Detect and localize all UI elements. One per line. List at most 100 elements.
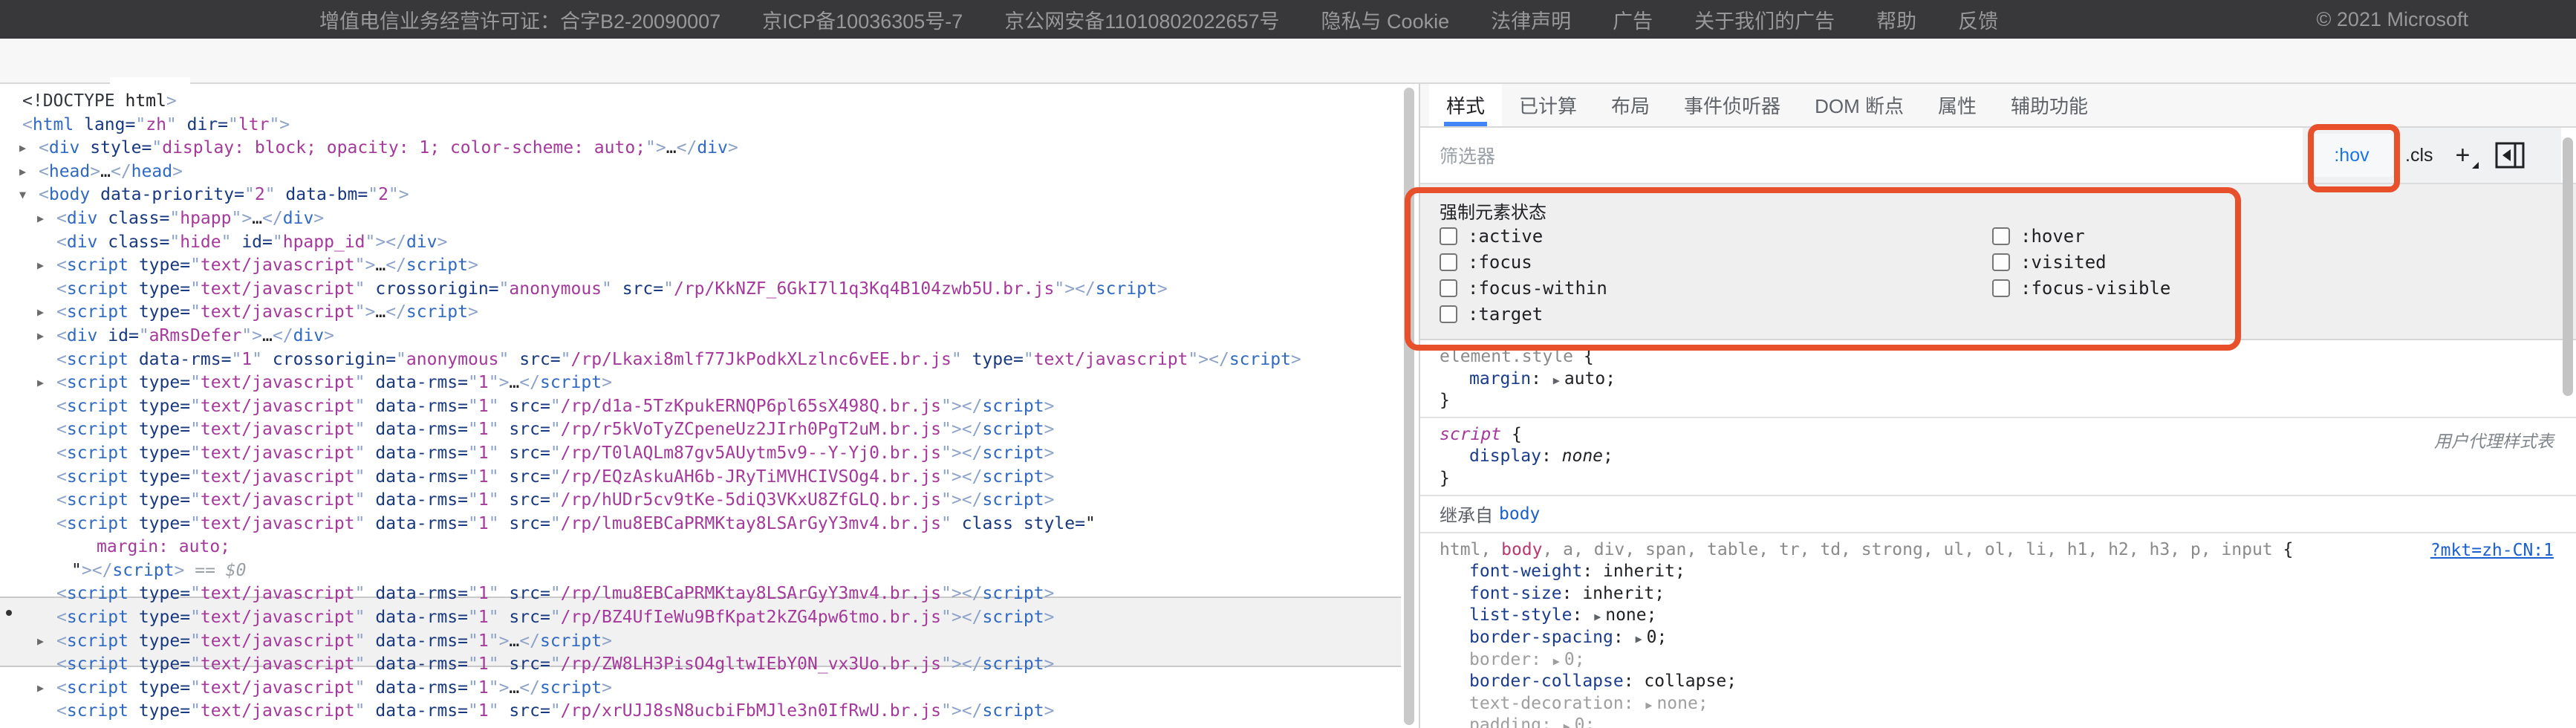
collapse-arrow-icon[interactable]: ▼ [19,183,26,207]
dom-tree-line[interactable]: <script data-rms="1" crossorigin="anonym… [0,348,1401,372]
css-property-border-spacing[interactable]: border-spacing: ▶0; [1420,627,2576,649]
expand-arrow-icon[interactable]: ▶ [37,301,44,325]
styles-tab-bar: 样式已计算布局事件侦听器DOM 断点属性辅助功能 [1420,84,2576,128]
styles-tab-样式[interactable]: 样式 [1429,84,1502,126]
styles-filter-controls: :hov .cls + [2303,128,2561,183]
dom-tree-line[interactable]: <!DOCTYPE html> [0,90,1401,114]
styles-tab-辅助功能[interactable]: 辅助功能 [1994,84,2105,126]
new-style-rule-button[interactable]: + [2456,141,2471,170]
elements-panel-scrollbar[interactable] [1404,88,1414,725]
css-property-border[interactable]: border: ▶0; [1420,649,2576,672]
dom-tree-line[interactable]: ▶<div id="aRmsDefer">…</div> [0,325,1401,348]
dom-tree-line[interactable]: <script type="text/javascript" data-rms=… [0,466,1401,490]
pseudo-state-checkbox-focus-visible[interactable] [1992,279,2010,297]
stylesheet-source-link[interactable]: ?mkt=zh-CN:1 [2430,541,2554,560]
dom-tree-line[interactable]: <script type="text/javascript" data-rms=… [0,442,1401,466]
dom-tree-line[interactable]: ▶<head>…</head> [0,160,1401,184]
dom-tree-line[interactable]: <html lang="zh" dir="ltr"> [0,114,1401,137]
pseudo-state-checkbox-active[interactable] [1440,227,1457,245]
css-property-list-style[interactable]: list-style: ▶none; [1420,605,2576,627]
pseudo-state-label: :visited [2020,252,2107,273]
computed-sidebar-toggle-icon[interactable] [2495,142,2525,169]
footer-link[interactable]: 关于我们的广告 [1694,5,1835,34]
css-property-font-size[interactable]: font-size: inherit; [1420,583,2576,605]
dom-tree-line[interactable]: "></script> == $0 [0,559,1401,583]
expand-arrow-icon[interactable]: ▶ [37,630,44,654]
css-property-display[interactable]: display: none; [1420,446,2576,468]
pseudo-state-checkbox-visited[interactable] [1992,253,2010,271]
expand-arrow-icon[interactable]: ▶ [37,254,44,278]
force-element-state-title: 强制元素状态 [1440,198,1546,224]
dom-tree-line[interactable]: <script type="text/javascript" data-rms=… [0,653,1401,677]
element-classes-button[interactable]: .cls [2405,145,2433,166]
new-style-rule-dropdown [2472,162,2479,169]
dom-tree-line[interactable]: <script type="text/javascript" data-rms=… [0,395,1401,419]
dom-tree-line[interactable]: ▶<script type="text/javascript">…</scrip… [0,301,1401,325]
styles-tab-已计算[interactable]: 已计算 [1502,84,1594,126]
pseudo-state-label: :hover [2020,226,2085,247]
expand-arrow-icon[interactable]: ▶ [37,207,44,231]
css-property-font-weight[interactable]: font-weight: inherit; [1420,561,2576,583]
expand-arrow-icon[interactable]: ▶ [37,325,44,348]
pseudo-state-row: :target [1440,303,1543,325]
footer-link[interactable]: 隐私与 Cookie [1321,5,1450,34]
expand-arrow-icon[interactable]: ▶ [19,137,26,160]
styles-panel-scrollbar[interactable] [2563,137,2573,396]
inherited-rule[interactable]: ?mkt=zh-CN:1 html, body, a, div, span, t… [1420,533,2576,728]
footer-link[interactable]: 反馈 [1958,5,1998,34]
dom-tree-line[interactable]: <script type="text/javascript" data-rms=… [0,418,1401,442]
dom-tree-line[interactable]: ▶<script type="text/javascript" data-rms… [0,677,1401,701]
toggle-element-state-button[interactable]: :hov [2310,134,2393,177]
pseudo-state-label: :focus-visible [2020,278,2170,299]
dom-tree-line[interactable]: <script type="text/javascript" data-rms=… [0,489,1401,513]
footer-link[interactable]: 广告 [1613,5,1653,34]
pseudo-state-checkbox-focus[interactable] [1440,253,1457,271]
dom-tree-line[interactable]: ▶<script type="text/javascript" data-rms… [0,630,1401,654]
pseudo-state-row: :hover [1992,225,2085,247]
devtools-toolbar: 元素控制台源网络性能内存应用程序安全性LighthouseCookie Edit… [0,39,2576,84]
dom-tree-line[interactable]: ▶<div style="display: block; opacity: 1;… [0,137,1401,160]
dom-tree-line[interactable]: ▶<div class="hpapp">…</div> [0,207,1401,231]
matched-selector: body [1501,540,1542,559]
dom-tree-line[interactable]: ▶<script type="text/javascript" data-rms… [0,371,1401,395]
footer-link[interactable]: 法律声明 [1491,5,1571,34]
dom-tree-line[interactable]: <script type="text/javascript" data-rms=… [0,513,1401,536]
styles-tab-DOM 断点[interactable]: DOM 断点 [1798,84,1921,126]
expand-arrow-icon[interactable]: ▶ [19,160,26,184]
dom-tree-line[interactable]: <div class="hide" id="hpapp_id"></div> [0,231,1401,255]
footer-link[interactable]: 帮助 [1876,5,1916,34]
rule-selector[interactable]: script [1440,425,1501,444]
footer-link[interactable]: 京公网安备11010802022657号 [1004,5,1279,34]
dom-tree-line[interactable]: margin: auto; [0,536,1401,559]
dom-tree-line[interactable]: ▶<script type="text/javascript">…</scrip… [0,254,1401,278]
dom-tree-line[interactable]: <script type="text/javascript" data-rms=… [0,606,1401,630]
dom-tree-line[interactable]: ▼<body data-priority="2" data-bm="2"> [0,183,1401,207]
css-property-padding[interactable]: padding: ▶0; [1420,715,2576,728]
css-property-border-collapse[interactable]: border-collapse: collapse; [1420,671,2576,693]
dom-tree-line[interactable]: <script type="text/javascript" crossorig… [0,278,1401,302]
styles-tab-布局[interactable]: 布局 [1594,84,1667,126]
styles-tab-事件侦听器[interactable]: 事件侦听器 [1667,84,1798,126]
dom-tree-line[interactable]: <script type="text/javascript" data-rms=… [0,582,1401,606]
styles-filter-input[interactable]: 筛选器 [1440,128,1495,183]
styles-tab-属性[interactable]: 属性 [1921,84,1994,126]
pseudo-state-checkbox-target[interactable] [1440,305,1457,323]
dom-tree-line[interactable]: <script type="text/javascript" data-rms=… [0,700,1401,724]
element-style-rule[interactable]: element.style { margin: ▶auto; } [1420,340,2576,418]
expand-arrow-icon[interactable]: ▶ [37,371,44,395]
pseudo-state-label: :target [1468,304,1543,325]
styles-sidebar: 样式已计算布局事件侦听器DOM 断点属性辅助功能 筛选器 :hov .cls +… [1419,84,2576,728]
css-property-text-decoration[interactable]: text-decoration: ▶none; [1420,693,2576,715]
css-property-margin[interactable]: margin: ▶auto; [1420,368,2576,391]
user-agent-rule[interactable]: 用户代理样式表 script { display: none; } [1420,418,2576,496]
pseudo-state-checkbox-focus-within[interactable] [1440,279,1457,297]
pseudo-state-row: :active [1440,225,1543,247]
css-rules-list: element.style { margin: ▶auto; } 用户代理样式表… [1420,340,2576,728]
rule-selector[interactable]: element.style [1440,347,1573,366]
footer-link[interactable]: 增值电信业务经营许可证：合字B2-20090007 [319,5,721,34]
expand-arrow-icon[interactable]: ▶ [37,677,44,701]
pseudo-state-checkbox-hover[interactable] [1992,227,2010,245]
inherited-node-link[interactable]: body [1499,504,1540,524]
footer-link[interactable]: 京ICP备10036305号-7 [762,5,963,34]
styles-filter-bar: 筛选器 :hov .cls + [1420,128,2576,184]
